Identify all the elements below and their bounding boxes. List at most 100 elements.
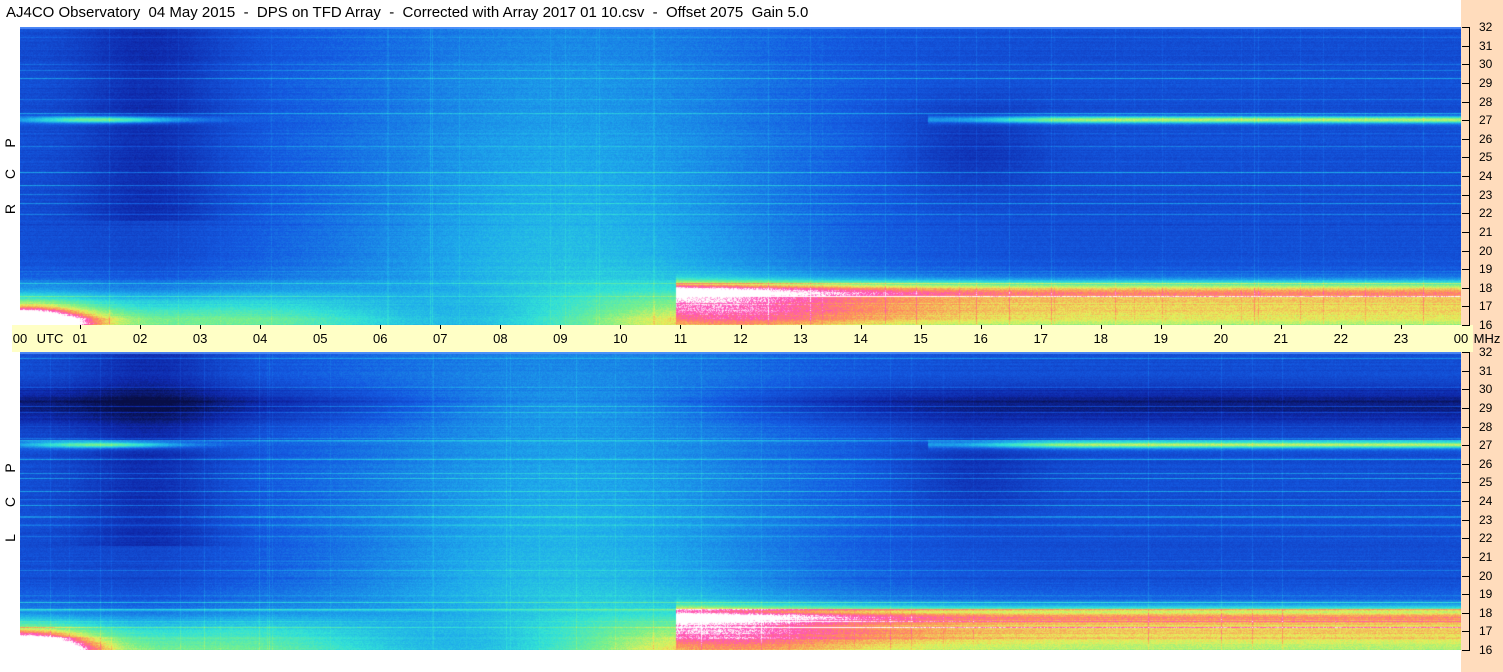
frequency-tick-label: 23	[1479, 512, 1493, 527]
spectrogram-rcp-canvas	[20, 27, 1461, 325]
frequency-tick-label: 25	[1479, 475, 1493, 490]
time-tick-label: 08	[493, 331, 508, 346]
frequency-tick-mark	[1462, 269, 1470, 271]
frequency-tick-mark	[1462, 482, 1470, 484]
panel-label-letter: L	[2, 534, 18, 542]
time-tick-label: 10	[613, 331, 628, 346]
frequency-tick-label: 29	[1479, 400, 1493, 415]
frequency-tick-label: 30	[1479, 382, 1493, 397]
time-tick-label: 05	[312, 331, 328, 346]
time-tick-label: 14	[853, 331, 868, 346]
time-tick-label: 02	[132, 331, 148, 346]
time-tick-label: 18	[1093, 331, 1108, 346]
frequency-tick-mark	[1462, 426, 1470, 428]
frequency-unit-label: MHz	[1473, 331, 1501, 346]
time-tick-mark	[860, 325, 862, 329]
frequency-tick-mark	[1462, 82, 1470, 84]
frequency-tick-mark	[1462, 157, 1470, 159]
time-tick-mark	[620, 325, 622, 329]
frequency-tick-label: 30	[1479, 57, 1493, 72]
time-tick-label: 12	[733, 331, 748, 346]
time-tick-label: 11	[673, 331, 688, 346]
time-tick-mark	[560, 325, 562, 329]
time-tick-mark	[1340, 325, 1342, 329]
frequency-tick-mark	[1462, 176, 1470, 177]
time-tick-mark	[1280, 325, 1282, 329]
frequency-tick-mark	[1462, 407, 1470, 409]
time-tick-mark	[380, 325, 382, 329]
time-tick-label: 16	[973, 331, 988, 346]
frequency-tick-label: 19	[1479, 587, 1493, 602]
time-tick-end: 00	[1453, 331, 1469, 346]
time-tick-mark	[440, 325, 442, 329]
time-tick-label: 01	[72, 331, 88, 346]
time-tick-label: 21	[1273, 331, 1289, 346]
time-tick-label: 04	[252, 331, 268, 346]
frequency-tick-mark	[1462, 45, 1470, 47]
panel-label-lcp: P C L	[0, 0, 20, 672]
frequency-tick-label: 28	[1479, 419, 1493, 434]
frequency-tick-mark	[1462, 463, 1470, 465]
spectrogram-lcp	[20, 352, 1461, 650]
frequency-tick-label: 22	[1479, 206, 1493, 221]
frequency-tick-mark	[1462, 250, 1470, 252]
spectrogram-lcp-canvas	[20, 352, 1461, 650]
frequency-tick-mark	[1462, 306, 1470, 308]
frequency-tick-label: 31	[1479, 38, 1493, 53]
frequency-tick-mark	[1462, 138, 1470, 140]
frequency-tick-label: 24	[1479, 494, 1493, 508]
frequency-tick-label: 23	[1479, 187, 1493, 202]
frequency-tick-label: 29	[1479, 75, 1493, 90]
frequency-tick-label: 19	[1479, 262, 1493, 277]
frequency-tick-label: 18	[1479, 605, 1493, 620]
frequency-tick-mark	[1462, 519, 1470, 521]
panel-label-letter: C	[2, 496, 18, 508]
frequency-tick-mark	[1462, 501, 1470, 502]
frequency-tick-label: 26	[1479, 131, 1493, 146]
time-tick-mark	[1040, 325, 1042, 329]
frequency-tick-label: 22	[1479, 531, 1493, 546]
time-tick-mark	[680, 325, 682, 329]
time-tick-mark	[260, 325, 262, 329]
time-tick-label: 09	[553, 331, 568, 346]
frequency-tick-mark	[1462, 231, 1470, 233]
frequency-tick-label: 20	[1479, 243, 1493, 258]
frequency-tick-label: 24	[1479, 169, 1493, 183]
time-tick-mark	[80, 325, 82, 329]
frequency-tick-mark	[1462, 556, 1470, 558]
time-tick-label: 22	[1333, 331, 1349, 346]
frequency-tick-label: 16	[1479, 643, 1493, 657]
frequency-tick-mark	[1462, 445, 1470, 447]
frequency-tick-label: 18	[1479, 280, 1493, 295]
frequency-tick-mark	[1462, 650, 1470, 651]
time-tick-mark	[1160, 325, 1162, 329]
frequency-tick-mark	[1462, 575, 1470, 577]
frequency-tick-mark	[1462, 352, 1470, 353]
spectrogram-rcp	[20, 27, 1461, 325]
time-tick-mark	[320, 325, 322, 329]
frequency-tick-label: 28	[1479, 94, 1493, 109]
frequency-tick-mark	[1462, 194, 1470, 196]
time-tick-mark	[200, 325, 202, 329]
time-tick-mark	[1400, 325, 1402, 329]
frequency-tick-label: 17	[1479, 299, 1493, 314]
time-tick-label: 19	[1153, 331, 1169, 346]
frequency-tick-mark	[1462, 594, 1470, 596]
time-tick-label: 03	[192, 331, 208, 346]
frequency-tick-label: 16	[1479, 318, 1493, 332]
panel-label-letter: P	[2, 463, 18, 473]
frequency-tick-label: 21	[1479, 224, 1493, 239]
frequency-tick-label: 20	[1479, 568, 1493, 583]
frequency-tick-mark	[1462, 370, 1470, 372]
frequency-tick-mark	[1462, 325, 1470, 326]
frequency-tick-mark	[1462, 27, 1470, 28]
time-tick-label: 07	[433, 331, 448, 346]
time-tick-label: 06	[373, 331, 388, 346]
frequency-tick-label: 26	[1479, 456, 1493, 471]
frequency-tick-mark	[1462, 538, 1470, 540]
frequency-tick-mark	[1462, 120, 1470, 122]
chart-title: AJ4CO Observatory 04 May 2015 - DPS on T…	[6, 4, 809, 21]
time-tick-label: 20	[1213, 331, 1229, 346]
time-tick-label: 23	[1393, 331, 1409, 346]
time-tick-mark	[920, 325, 922, 329]
